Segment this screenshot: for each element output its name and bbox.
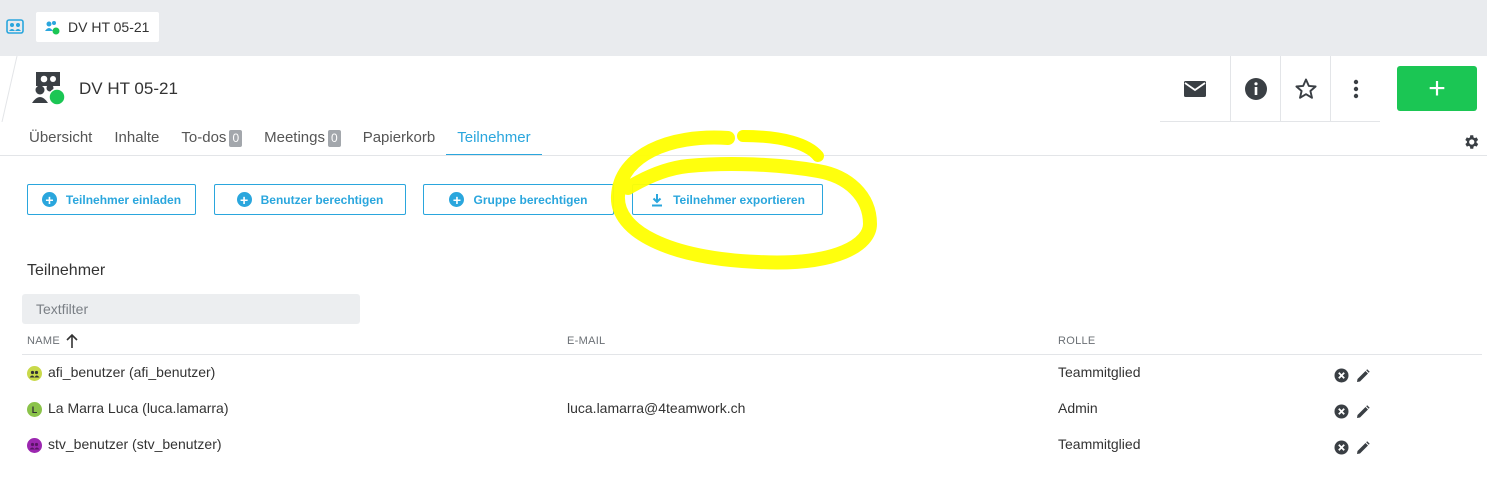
section-title: Teilnehmer [27, 262, 106, 279]
table-row: afi_benutzer (afi_benutzer) Teammitglied [22, 356, 1482, 392]
page-title: DV HT 05-21 [79, 79, 178, 98]
remove-icon[interactable] [1334, 404, 1349, 419]
info-button[interactable] [1230, 56, 1280, 122]
tab-participants[interactable]: Teilnehmer [446, 129, 542, 156]
participant-name: afi_benutzer (afi_benutzer) [48, 364, 216, 380]
group-avatar-icon [27, 438, 42, 453]
tab-bar: Übersicht Inhalte To-dos 0 Meetings 0 Papi… [18, 129, 542, 156]
workspace-icon [45, 21, 60, 35]
tab-todos[interactable]: To-dos 0 [170, 129, 253, 156]
participant-role: Admin [1058, 400, 1098, 416]
info-icon [1244, 77, 1267, 100]
table-header: NAME E-MAIL ROLLE [22, 330, 1482, 355]
table-row: stv_benutzer (stv_benutzer) Teammitglied [22, 428, 1482, 464]
participant-email: luca.lamarra@4teamwork.ch [567, 400, 746, 416]
remove-icon[interactable] [1334, 440, 1349, 455]
row-actions [1334, 368, 1370, 383]
download-icon [652, 193, 663, 206]
tab-meetings[interactable]: Meetings 0 [253, 129, 352, 156]
plus-circle-icon: + [41, 192, 57, 207]
edit-pencil-icon[interactable] [1356, 368, 1370, 383]
button-label: Teilnehmer exportieren [673, 192, 805, 207]
tab-label: Inhalte [114, 129, 160, 146]
table-row: L La Marra Luca (luca.lamarra) luca.lama… [22, 392, 1482, 428]
remove-icon[interactable] [1334, 368, 1349, 383]
divider [0, 155, 1487, 156]
authorize-user-button[interactable]: + Benutzer berechtigen [214, 184, 406, 215]
button-label: Gruppe berechtigen [473, 192, 588, 207]
star-icon [1294, 78, 1317, 99]
breadcrumb-label: DV HT 05-21 [68, 19, 150, 35]
favorite-button[interactable] [1280, 56, 1330, 122]
group-avatar-icon [27, 366, 42, 381]
export-participants-button[interactable]: Teilnehmer exportieren [632, 184, 823, 215]
breadcrumb-bar: DV HT 05-21 [0, 0, 1487, 56]
more-button[interactable] [1330, 56, 1380, 122]
participant-name: La Marra Luca (luca.lamarra) [48, 400, 229, 416]
row-actions [1334, 440, 1370, 455]
edit-pencil-icon[interactable] [1356, 440, 1370, 455]
button-label: Benutzer berechtigen [260, 192, 384, 207]
workspaces-icon[interactable] [4, 16, 26, 38]
breadcrumb-workspace[interactable]: DV HT 05-21 [36, 12, 160, 42]
tab-label: Übersicht [29, 129, 93, 146]
plus-circle-icon: + [449, 192, 465, 207]
tab-label: Meetings [264, 129, 325, 146]
column-header-email[interactable]: E-MAIL [567, 335, 605, 347]
tab-trash[interactable]: Papierkorb [352, 129, 447, 156]
participant-role: Teammitglied [1058, 436, 1141, 452]
workspace-logo-icon [32, 72, 66, 106]
authorize-group-button[interactable]: + Gruppe berechtigen [423, 184, 614, 215]
column-header-name[interactable]: NAME [27, 335, 60, 347]
text-filter-input[interactable] [22, 294, 360, 324]
invite-participants-button[interactable]: + Teilnehmer einladen [27, 184, 196, 215]
user-avatar-icon: L [27, 402, 42, 417]
tab-label: Papierkorb [362, 129, 436, 146]
participant-name: stv_benutzer (stv_benutzer) [48, 436, 222, 452]
tab-label: Teilnehmer [457, 129, 531, 146]
edit-pencil-icon[interactable] [1356, 404, 1370, 419]
tab-overview[interactable]: Übersicht [18, 129, 103, 156]
more-vertical-icon [1353, 79, 1358, 98]
header-divider [1, 56, 18, 122]
plus-circle-icon: + [236, 192, 252, 207]
gear-icon[interactable] [1462, 133, 1480, 151]
tab-contents[interactable]: Inhalte [103, 129, 170, 156]
column-header-role[interactable]: ROLLE [1058, 335, 1096, 347]
mail-button[interactable] [1160, 56, 1230, 122]
tab-label: To-dos [181, 129, 227, 146]
workspace-header: DV HT 05-21 + Übersicht Inhalte To-dos 0… [0, 56, 1487, 156]
row-actions [1334, 404, 1370, 419]
add-button[interactable]: + [1397, 66, 1477, 111]
participant-role: Teammitglied [1058, 364, 1141, 380]
count-badge: 0 [229, 130, 243, 147]
button-label: Teilnehmer einladen [65, 192, 182, 207]
sort-ascending-icon[interactable] [65, 333, 79, 349]
mail-icon [1184, 80, 1206, 97]
count-badge: 0 [328, 130, 341, 147]
